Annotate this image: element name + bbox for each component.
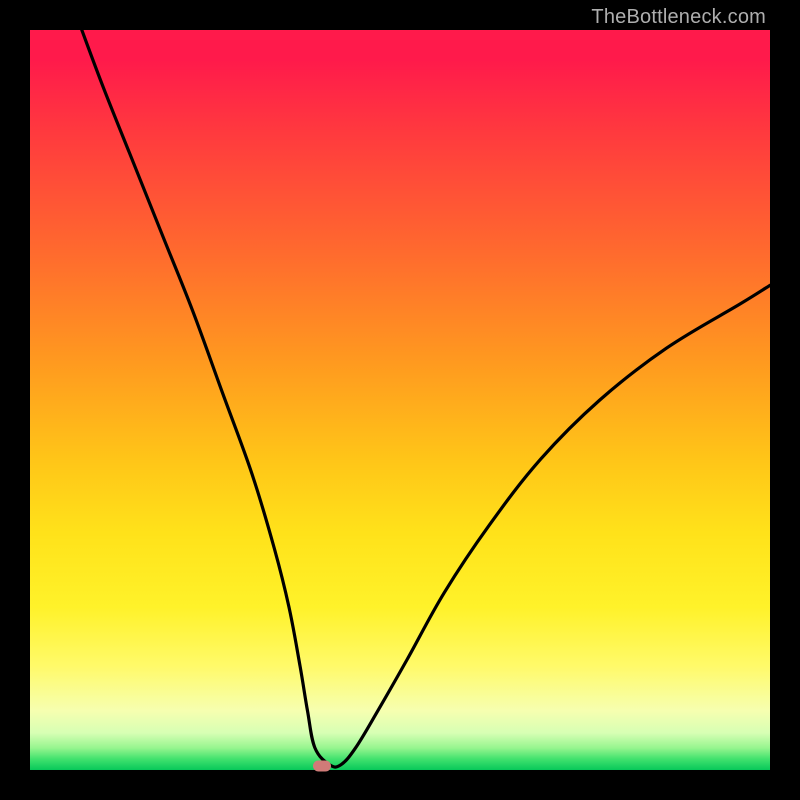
watermark-text: TheBottleneck.com [591, 6, 766, 29]
chart-frame: TheBottleneck.com [0, 0, 800, 800]
plot-area [30, 30, 770, 770]
minimum-marker [313, 760, 331, 771]
bottleneck-curve [30, 30, 770, 770]
